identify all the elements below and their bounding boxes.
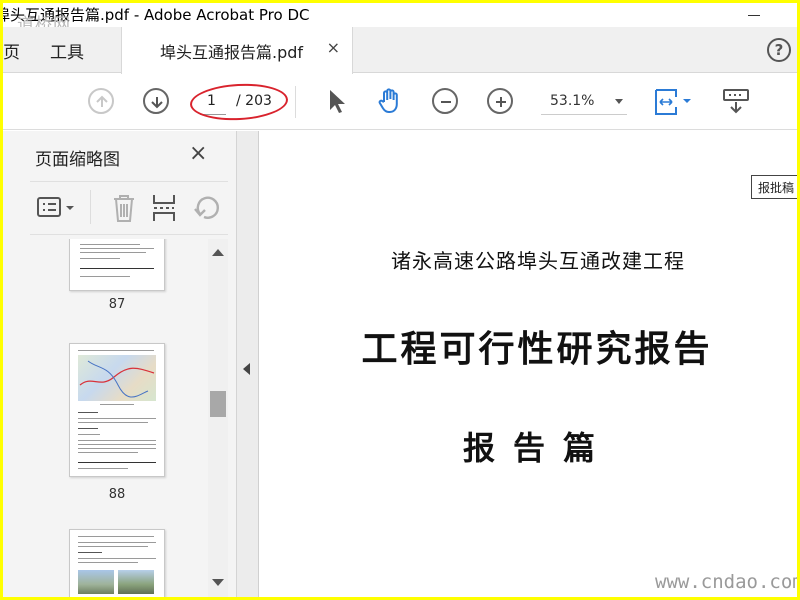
select-cursor-icon[interactable]	[325, 87, 347, 119]
panel-collapse-strip[interactable]	[237, 131, 259, 597]
scroll-up-icon[interactable]	[212, 249, 224, 256]
panel-toolbar	[30, 181, 228, 235]
toolbar: 1 / 203 53.1%	[3, 74, 797, 130]
previous-page-icon[interactable]	[88, 88, 114, 114]
document-page: 报批稿 诸永高速公路埠头互通改建工程 工程可行性研究报告 报告篇 www.cnd…	[259, 131, 797, 597]
panel-close-icon[interactable]: ×	[189, 141, 207, 166]
page-thumbnails-panel: 页面缩略图 × 87 88	[3, 131, 237, 597]
read-mode-icon[interactable]	[721, 86, 751, 120]
tab-close-icon[interactable]: ×	[327, 38, 340, 57]
panel-title: 页面缩略图	[35, 150, 120, 170]
document-view[interactable]: 报批稿 诸永高速公路埠头互通改建工程 工程可行性研究报告 报告篇 www.cnd…	[259, 131, 797, 597]
zoom-chevron-down-icon	[615, 99, 623, 104]
zoom-dropdown[interactable]: 53.1%	[541, 89, 627, 115]
tab-home[interactable]: 页	[3, 38, 20, 63]
thumbnail-page[interactable]	[69, 239, 165, 291]
document-part: 报告篇	[462, 429, 613, 467]
thumbnail-map-image	[78, 355, 156, 401]
thumbnail-page[interactable]	[69, 529, 165, 597]
thumbnail-page[interactable]	[69, 343, 165, 477]
thumbnail-page-label: 88	[108, 487, 126, 502]
tab-bar: 页 工具 埠头互通报告篇.pdf × ?	[3, 27, 797, 74]
scrollbar-thumb[interactable]	[210, 391, 226, 417]
zoom-in-icon[interactable]	[487, 88, 513, 114]
scroll-down-icon[interactable]	[212, 579, 224, 586]
collapse-panel-icon[interactable]	[243, 363, 250, 375]
thumbnail-photo	[78, 570, 114, 594]
tab-document-label: 埠头互通报告篇.pdf	[160, 43, 304, 62]
thumbnail-list: 87 88	[17, 239, 207, 597]
panel-tool-separator	[90, 190, 91, 224]
title-bar: 埠头互通报告篇.pdf - Adobe Acrobat Pro DC 道桥网	[3, 3, 797, 35]
acrobat-window: 埠头互通报告篇.pdf - Adobe Acrobat Pro DC 道桥网 页…	[3, 3, 797, 597]
watermark-bottom: www.cndao.com	[655, 571, 797, 593]
help-icon[interactable]: ?	[767, 38, 791, 62]
fit-page-icon[interactable]	[653, 86, 697, 122]
insert-page-icon[interactable]	[150, 192, 178, 228]
tab-document[interactable]: 埠头互通报告篇.pdf ×	[121, 27, 353, 74]
zoom-value: 53.1%	[550, 93, 595, 109]
thumbnail-scrollbar[interactable]	[208, 239, 228, 597]
draft-stamp: 报批稿	[751, 175, 797, 199]
toolbar-separator	[295, 86, 296, 118]
thumbnail-photo	[118, 570, 154, 594]
rotate-page-icon[interactable]	[192, 192, 222, 228]
thumbnail-options-icon[interactable]	[36, 194, 80, 226]
hand-tool-icon[interactable]	[375, 86, 405, 120]
document-subtitle: 诸永高速公路埠头互通改建工程	[391, 249, 685, 273]
tab-tools[interactable]: 工具	[50, 38, 84, 63]
delete-page-icon[interactable]	[110, 192, 138, 228]
document-title: 工程可行性研究报告	[361, 328, 713, 370]
minimize-button[interactable]	[745, 6, 763, 24]
next-page-icon[interactable]	[143, 88, 169, 114]
thumbnail-page-label: 87	[108, 297, 126, 312]
zoom-out-icon[interactable]	[432, 88, 458, 114]
